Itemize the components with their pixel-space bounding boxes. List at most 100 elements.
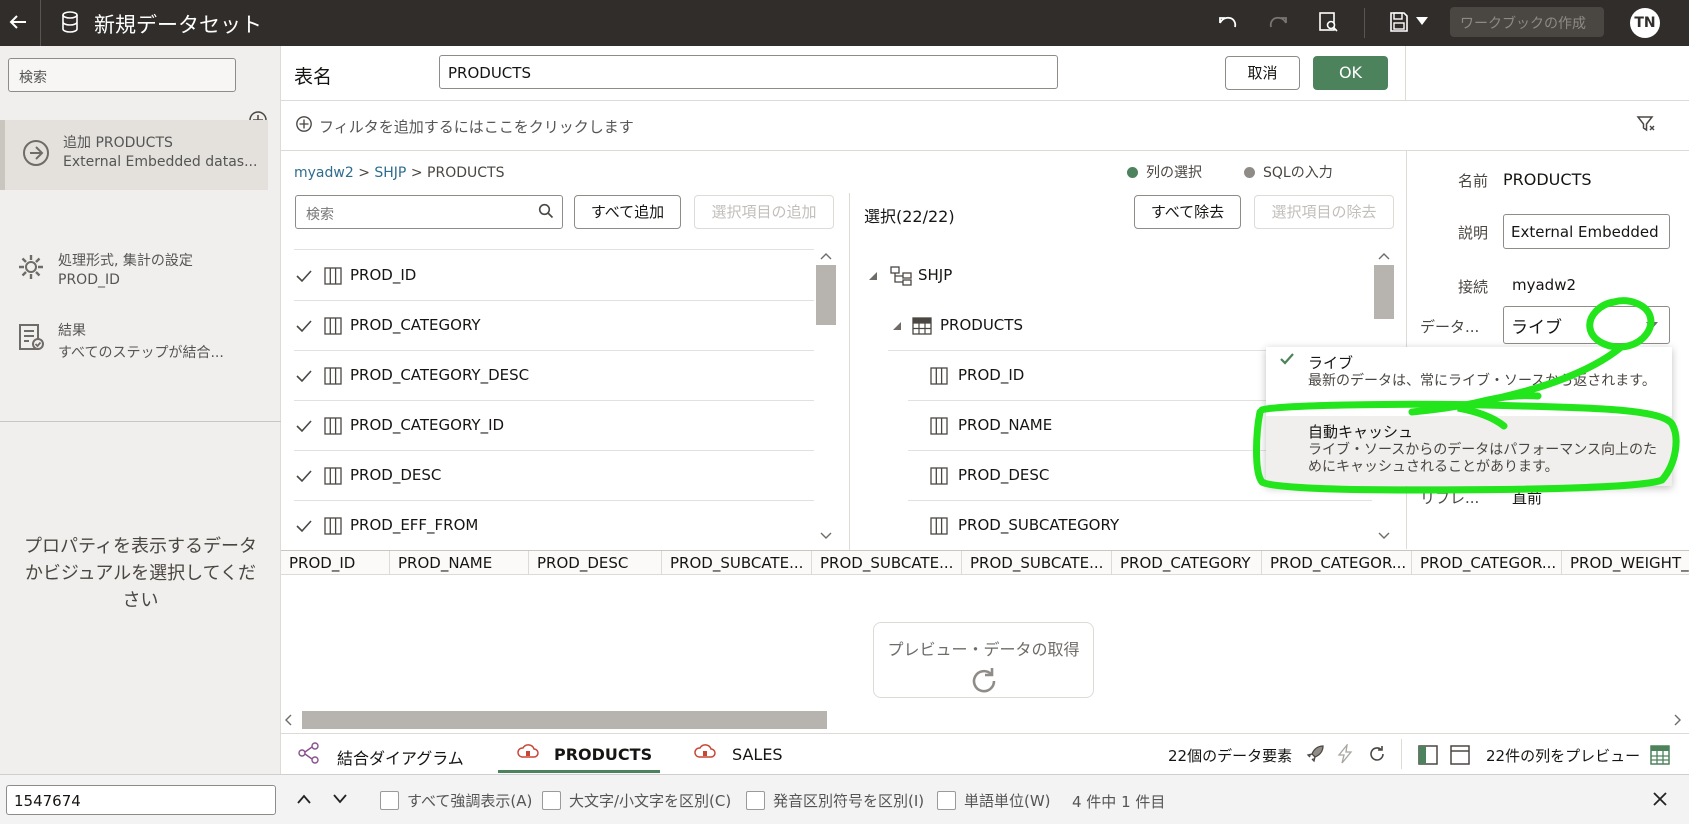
option-live[interactable]: ライブ 最新のデータは、常にライブ・ソースから返されます。	[1266, 347, 1672, 416]
grid-column-header[interactable]: PROD_WEIGHT_	[1570, 554, 1689, 572]
preview-page-icon[interactable]	[1316, 10, 1340, 34]
radio-icon	[1244, 167, 1255, 178]
expand-triangle-icon[interactable]	[868, 271, 878, 281]
topbar-divider	[1364, 8, 1365, 38]
chevron-down-icon[interactable]	[332, 792, 348, 806]
redo-icon[interactable]	[1266, 11, 1290, 35]
chevron-up-icon[interactable]	[296, 792, 312, 806]
breadcrumb-schema[interactable]: SHJP	[374, 165, 406, 181]
list-item[interactable]: PROD_ID	[294, 251, 814, 301]
step-subtitle: PROD_ID	[58, 272, 120, 288]
panel-top-icon[interactable]	[1450, 745, 1470, 765]
description-input[interactable]: External Embedded	[1503, 214, 1670, 249]
grid-col-divider	[1111, 551, 1112, 574]
create-workbook-button[interactable]: ワークブックの作成	[1450, 7, 1604, 37]
column-search-input[interactable]: 検索	[295, 195, 563, 229]
find-input[interactable]: 1547674	[6, 785, 276, 815]
left-list-scrollbar[interactable]	[816, 251, 836, 541]
highlight-all-checkbox[interactable]: すべて強調表示(A)	[380, 790, 532, 811]
grid-column-header[interactable]: PROD_DESC	[537, 554, 628, 572]
prop-name-label: 名前	[1458, 172, 1489, 190]
column-icon	[930, 367, 948, 385]
avatar[interactable]: TN	[1630, 8, 1660, 38]
filter-icon[interactable]	[1636, 114, 1656, 134]
search-icon[interactable]	[538, 203, 554, 219]
checkbox-icon	[380, 791, 399, 810]
fetch-preview-button[interactable]: プレビュー・データの取得	[873, 622, 1094, 698]
table-name: PRODUCTS	[940, 316, 1023, 334]
chevron-down-icon[interactable]	[1416, 17, 1428, 27]
grid-horizontal-scrollbar[interactable]	[283, 710, 1683, 730]
preview-grid-header: PROD_ID PROD_NAME PROD_DESC PROD_SUBCATE…	[281, 550, 1689, 575]
tree-table-node[interactable]: PRODUCTS	[888, 301, 1372, 351]
refresh-icon	[972, 668, 995, 693]
lists-divider	[849, 193, 850, 550]
add-filter-text[interactable]: フィルタを追加するにはここをクリックします	[319, 116, 634, 137]
result-checklist-icon	[19, 324, 44, 350]
left-search-input[interactable]: 検索	[8, 58, 236, 92]
whole-words-checkbox[interactable]: 単語単位(W)	[937, 790, 1051, 811]
diacritics-label: 発音区別符号を区別(I)	[773, 792, 925, 810]
expand-triangle-icon[interactable]	[892, 321, 902, 331]
active-tab-indicator	[498, 770, 660, 773]
add-filter-icon[interactable]	[295, 115, 313, 133]
add-selected-button[interactable]: 選択項目の追加	[694, 195, 834, 229]
grid-column-header[interactable]: PROD_SUBCATE...	[820, 554, 953, 572]
remove-all-button[interactable]: すべて除去	[1134, 195, 1241, 229]
table-name-input[interactable]: PRODUCTS	[439, 55, 1058, 89]
add-all-button[interactable]: すべて追加	[574, 195, 681, 229]
grid-column-header[interactable]: PROD_SUBCATE...	[670, 554, 803, 572]
list-item[interactable]: PROD_CATEGORY_DESC	[294, 351, 814, 401]
column-icon	[324, 417, 342, 435]
list-item[interactable]: PROD_CATEGORY	[294, 301, 814, 351]
grid-column-header[interactable]: PROD_CATEGOR...	[1420, 554, 1556, 572]
tree-schema-node[interactable]: SHJP	[864, 251, 1372, 301]
panel-left-icon[interactable]	[1418, 745, 1438, 765]
grid-column-header[interactable]: PROD_ID	[289, 554, 355, 572]
breadcrumb-connection[interactable]: myadw2	[294, 165, 354, 181]
ok-button[interactable]: OK	[1313, 56, 1388, 90]
match-case-checkbox[interactable]: 大文字/小文字を区別(C)	[542, 790, 731, 811]
grid-column-header[interactable]: PROD_CATEGOR...	[1270, 554, 1406, 572]
whole-words-label: 単語単位(W)	[964, 792, 1051, 810]
preview-columns-text: 22件の列をプレビュー	[1486, 747, 1641, 765]
list-item[interactable]: PROD_CATEGORY_ID	[294, 401, 814, 451]
back-arrow-icon[interactable]	[6, 10, 30, 34]
rocket-icon[interactable]	[1305, 744, 1325, 764]
list-item[interactable]: PROD_SUBCATEGORY	[908, 501, 1372, 551]
cancel-button[interactable]: 取消	[1225, 56, 1300, 90]
check-icon	[296, 420, 312, 433]
step-add-products[interactable]: 追加 PRODUCTS External Embedded datas...	[0, 120, 268, 190]
tab-sales[interactable]: SALES	[732, 745, 783, 764]
remove-selected-button[interactable]: 選択項目の除去	[1254, 195, 1394, 229]
data-element-count: 22個のデータ要素	[1168, 747, 1293, 765]
grid-col-divider	[389, 551, 390, 574]
data-access-dropdown: ライブ 最新のデータは、常にライブ・ソースから返されます。 自動キャッシュ ライ…	[1266, 347, 1672, 486]
tab-products[interactable]: PRODUCTS	[554, 745, 652, 764]
header-divider	[1405, 46, 1406, 101]
data-access-select[interactable]: ライブ	[1503, 306, 1670, 344]
list-item[interactable]: PROD_EFF_FROM	[294, 501, 814, 551]
step-result[interactable]: 結果 すべてのステップが結合...	[0, 308, 268, 378]
diacritics-checkbox[interactable]: 発音区別符号を区別(I)	[746, 790, 924, 811]
radio-selected-icon	[1127, 167, 1138, 178]
close-icon[interactable]	[1652, 791, 1668, 807]
mode-sql-radio[interactable]: SQLの入力	[1244, 162, 1333, 182]
save-icon[interactable]	[1387, 10, 1411, 34]
step-processing[interactable]: 処理形式, 集計の設定 PROD_ID	[0, 238, 268, 308]
option-auto-cache[interactable]: 自動キャッシュ ライブ・ソースからのデータはパフォーマンス向上のためにキャッシュ…	[1266, 416, 1672, 486]
tab-join-diagram[interactable]: 結合ダイアグラム	[337, 745, 464, 769]
prop-name-value: PRODUCTS	[1503, 170, 1592, 189]
undo-icon[interactable]	[1216, 11, 1240, 35]
grid-column-header[interactable]: PROD_CATEGORY	[1120, 554, 1251, 572]
lightning-icon[interactable]	[1336, 744, 1354, 764]
grid-view-icon[interactable]	[1650, 745, 1670, 765]
grid-column-header[interactable]: PROD_SUBCATE...	[970, 554, 1103, 572]
mode-columns-radio[interactable]: 列の選択	[1127, 162, 1202, 182]
refresh-icon[interactable]	[1367, 744, 1387, 764]
list-item[interactable]: PROD_DESC	[294, 451, 814, 501]
column-name: PROD_ID	[958, 366, 1025, 384]
available-columns-list: PROD_ID PROD_CATEGORY PROD_CATEGORY_DESC…	[294, 251, 814, 551]
grid-column-header[interactable]: PROD_NAME	[398, 554, 492, 572]
chevron-down-icon[interactable]	[1646, 322, 1658, 330]
